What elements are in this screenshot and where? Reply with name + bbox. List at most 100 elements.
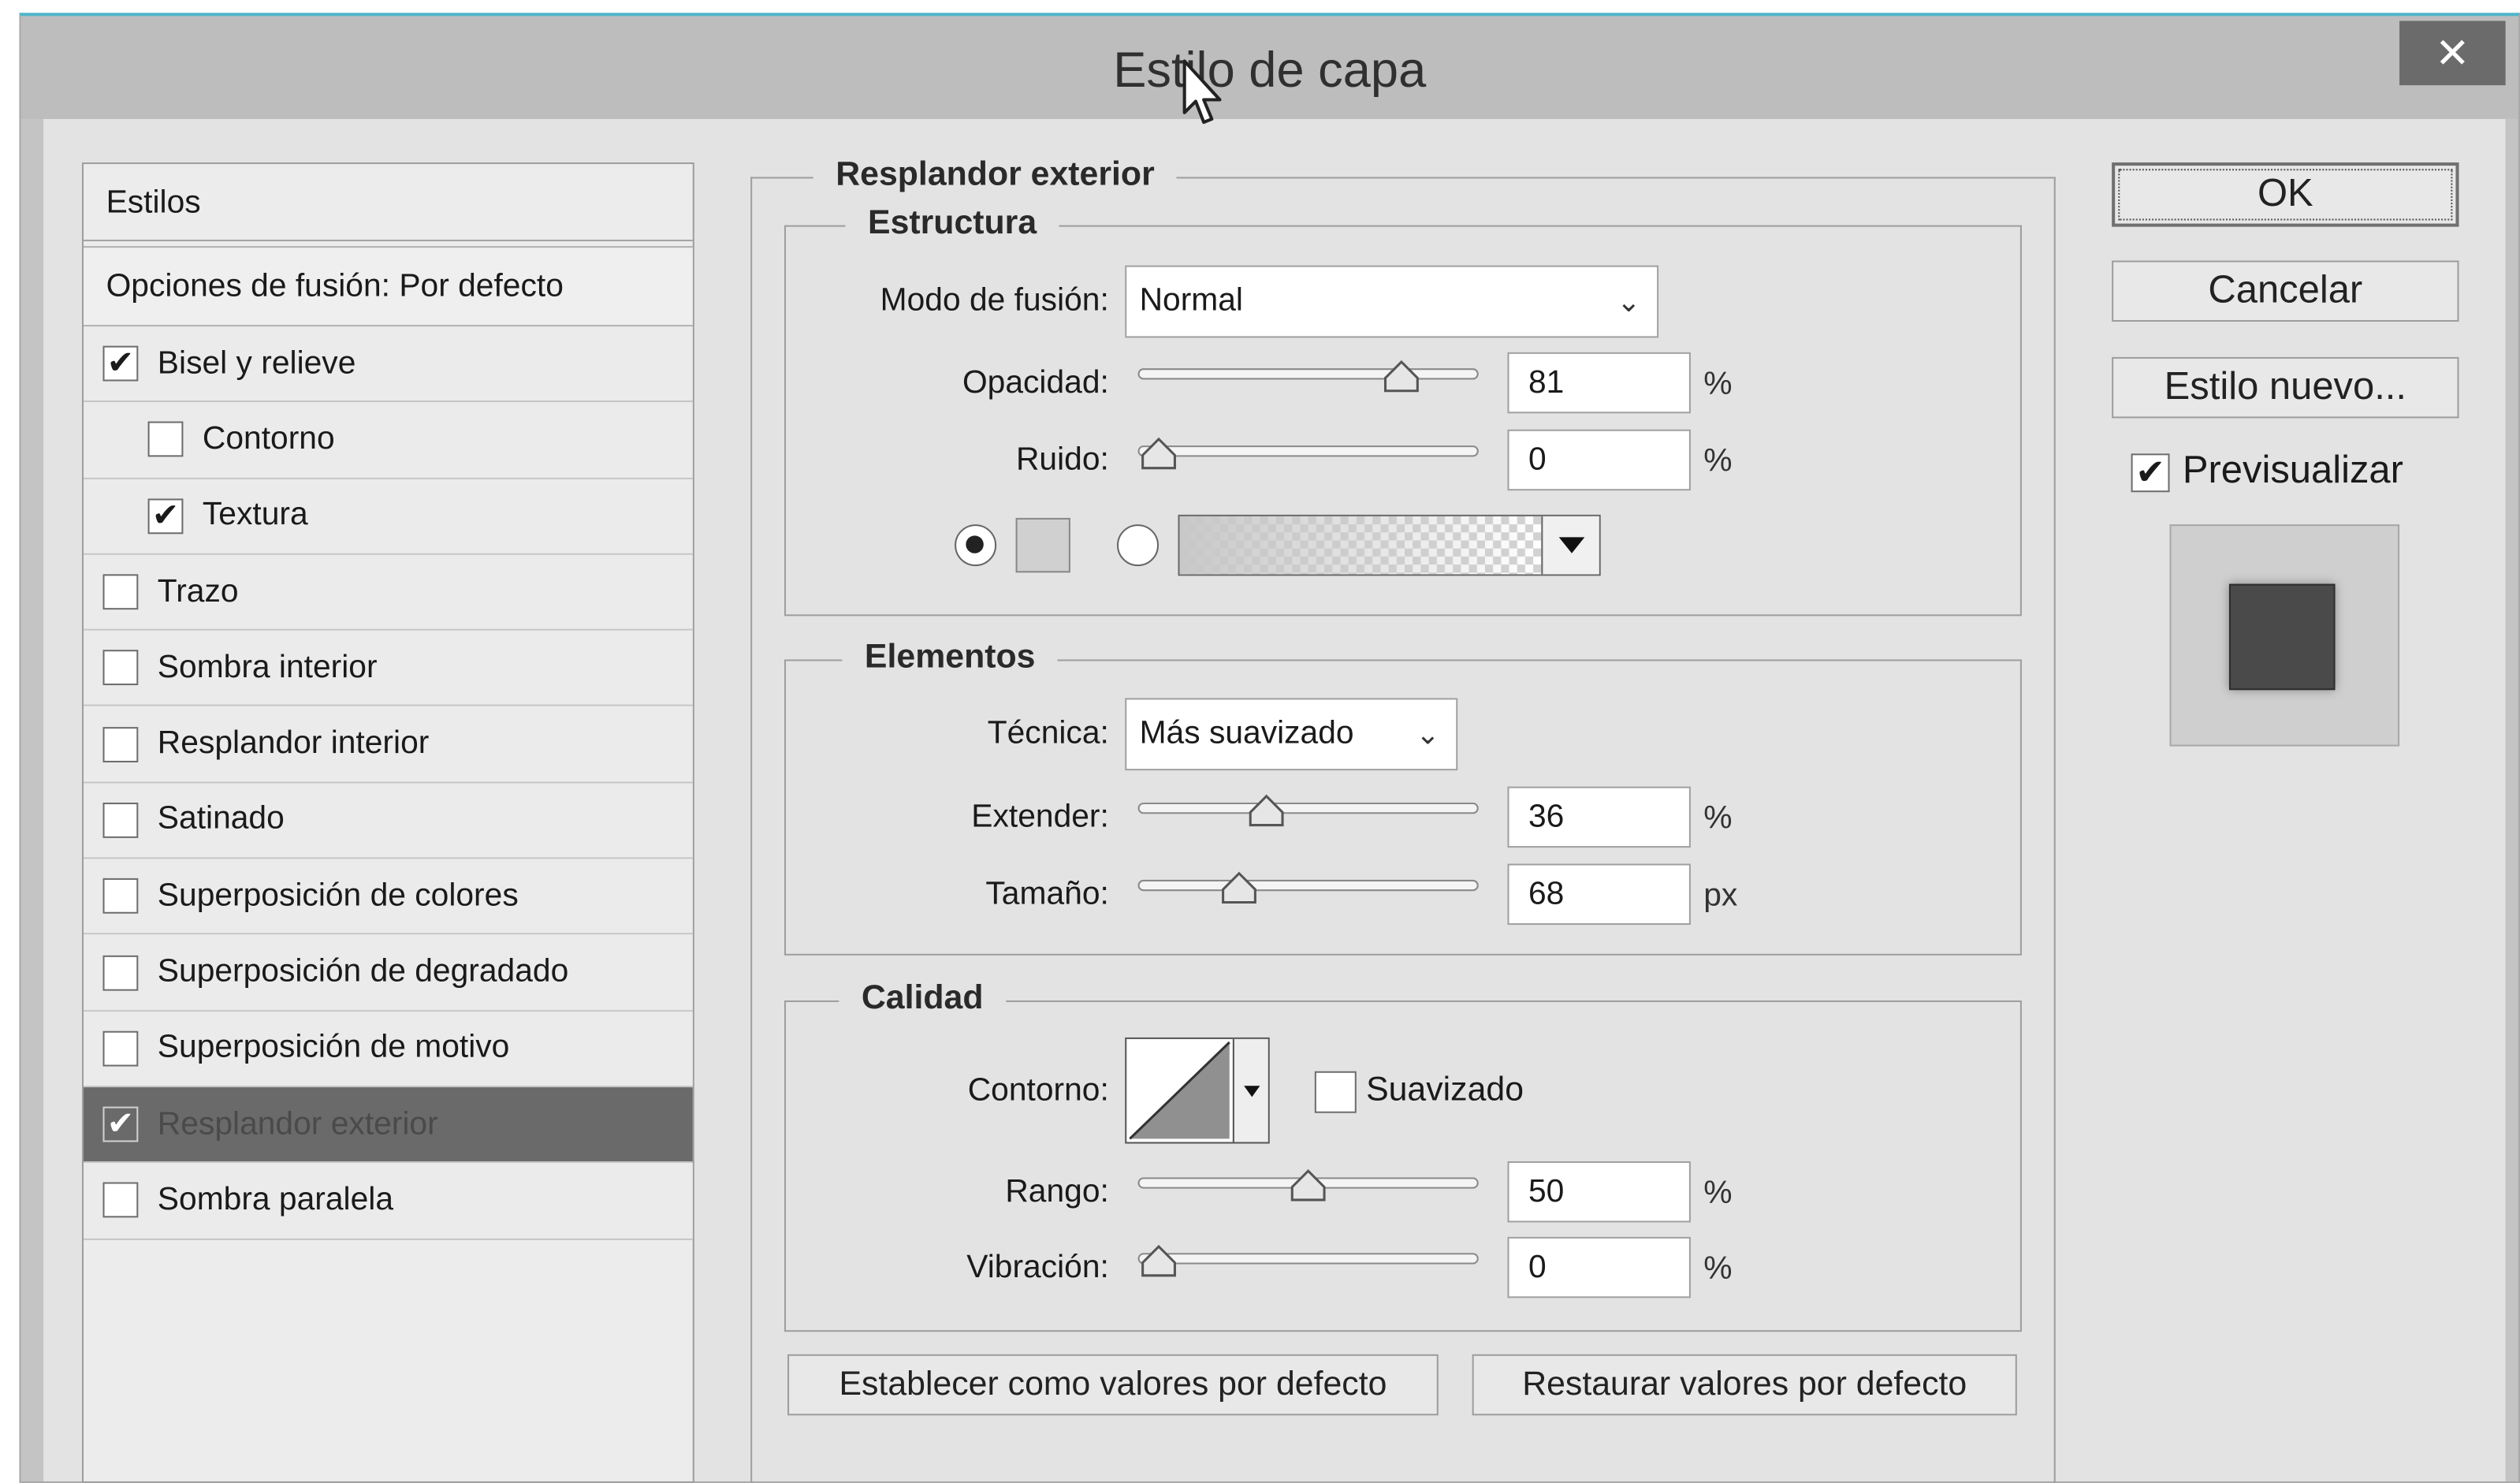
spread-unit: % (1703, 800, 1733, 837)
new-style-button[interactable]: Estilo nuevo... (2112, 356, 2459, 419)
range-unit: % (1703, 1176, 1733, 1212)
cancel-button[interactable]: Cancelar (2112, 260, 2459, 322)
checkbox-superposicion-degradado[interactable] (102, 954, 139, 990)
style-item-trazo[interactable]: Trazo (84, 554, 693, 632)
jitter-slider-thumb[interactable] (1140, 1243, 1178, 1279)
triangle-down-icon (1243, 1085, 1260, 1097)
style-item-label: Textura (202, 497, 308, 533)
range-slider[interactable] (1137, 1169, 1479, 1202)
gradient-radio[interactable] (1117, 524, 1159, 567)
noise-unit: % (1703, 444, 1733, 479)
opacity-input[interactable]: 81 (1507, 352, 1691, 414)
checkbox-superposicion-motivo[interactable] (102, 1030, 139, 1067)
style-item-label: Superposición de degradado (157, 953, 569, 989)
close-button[interactable]: ✕ (2399, 20, 2506, 86)
checkbox-resplandor-interior[interactable] (102, 726, 139, 762)
contour-dropdown-button[interactable] (1232, 1038, 1268, 1142)
contour-picker[interactable] (1125, 1037, 1270, 1144)
style-item-superposicion-motivo[interactable]: Superposición de motivo (84, 1011, 693, 1088)
preview-label: Previsualizar (2182, 449, 2403, 493)
chevron-down-icon: ⌄ (1616, 285, 1641, 317)
blend-mode-value: Normal (1139, 283, 1243, 319)
style-item-label: Satinado (157, 801, 285, 837)
style-item-bisel-y-relieve[interactable]: ✔ Bisel y relieve (84, 326, 693, 403)
contour-curve-icon (1129, 1041, 1230, 1140)
size-label: Tamaño: (985, 876, 1109, 912)
range-slider-thumb[interactable] (1289, 1168, 1327, 1203)
quality-title: Calidad (839, 978, 1007, 1020)
preview-swatch (2228, 583, 2336, 691)
glow-color-swatch[interactable] (1015, 517, 1070, 573)
style-item-satinado[interactable]: Satinado (84, 783, 693, 859)
technique-label: Técnica: (987, 715, 1109, 751)
noise-slider-thumb[interactable] (1140, 436, 1178, 471)
reset-default-button[interactable]: Restaurar valores por defecto (1472, 1354, 2017, 1416)
antialias-label: Suavizado (1366, 1071, 1524, 1109)
opacity-label: Opacidad: (962, 365, 1109, 401)
ok-button[interactable]: OK (2112, 162, 2459, 227)
spread-slider-thumb[interactable] (1247, 793, 1286, 829)
style-item-contorno[interactable]: Contorno (84, 402, 693, 479)
dialog-title: Estilo de capa (1113, 42, 1427, 99)
style-item-sombra-interior[interactable]: Sombra interior (84, 631, 693, 707)
gradient-preview (1179, 516, 1543, 575)
gradient-dropdown-button[interactable] (1541, 516, 1599, 575)
style-item-resplandor-interior[interactable]: Resplandor interior (84, 706, 693, 784)
styles-header[interactable]: Estilos (84, 164, 693, 242)
jitter-slider[interactable] (1137, 1244, 1479, 1277)
structure-title: Estructura (845, 203, 1059, 245)
opacity-slider[interactable] (1137, 360, 1479, 393)
chevron-down-icon: ⌄ (1416, 717, 1440, 750)
blend-mode-label: Modo de fusión: (880, 283, 1109, 319)
checkbox-resplandor-exterior[interactable]: ✔ (102, 1106, 139, 1142)
checkbox-sombra-paralela[interactable] (102, 1183, 139, 1219)
opacity-unit: % (1703, 367, 1733, 403)
opacity-slider-thumb[interactable] (1382, 359, 1420, 394)
style-item-label: Resplandor exterior (157, 1105, 438, 1142)
noise-input[interactable]: 0 (1507, 429, 1691, 491)
style-item-resplandor-exterior[interactable]: ✔ Resplandor exterior (84, 1087, 693, 1164)
style-item-sombra-paralela[interactable]: Sombra paralela (84, 1163, 693, 1240)
blending-options-item[interactable]: Opciones de fusión: Por defecto (84, 246, 693, 327)
size-slider[interactable] (1137, 871, 1479, 904)
triangle-down-icon (1558, 537, 1584, 553)
style-item-label: Bisel y relieve (157, 345, 356, 381)
style-item-superposicion-degradado[interactable]: Superposición de degradado (84, 935, 693, 1012)
noise-slider[interactable] (1137, 437, 1479, 470)
size-input[interactable]: 68 (1507, 863, 1691, 926)
range-label: Rango: (1005, 1174, 1109, 1210)
checkbox-sombra-interior[interactable] (102, 650, 139, 686)
spread-slider[interactable] (1137, 794, 1479, 827)
style-item-superposicion-colores[interactable]: Superposición de colores (84, 859, 693, 936)
antialias-checkbox[interactable] (1314, 1071, 1357, 1113)
style-item-label: Trazo (157, 573, 239, 609)
checkbox-bisel-y-relieve[interactable]: ✔ (102, 345, 139, 382)
style-item-label: Sombra interior (157, 649, 378, 685)
checkbox-textura[interactable]: ✔ (147, 497, 184, 534)
jitter-unit: % (1703, 1251, 1733, 1287)
spread-input[interactable]: 36 (1507, 786, 1691, 848)
technique-dropdown[interactable]: Más suavizado ⌄ (1125, 698, 1458, 771)
checkbox-superposicion-colores[interactable] (102, 878, 139, 915)
outer-glow-title: Resplandor exterior (813, 154, 1178, 196)
style-item-label: Superposición de colores (157, 878, 519, 914)
style-item-label: Contorno (202, 421, 335, 457)
elements-title: Elementos (842, 636, 1059, 679)
solid-color-radio[interactable] (955, 524, 997, 567)
style-item-label: Sombra paralela (157, 1182, 394, 1218)
make-default-button[interactable]: Establecer como valores por defecto (787, 1354, 1439, 1416)
blend-mode-dropdown[interactable]: Normal ⌄ (1125, 265, 1659, 338)
gradient-picker[interactable] (1178, 514, 1601, 576)
style-item-label: Superposición de motivo (157, 1030, 510, 1066)
styles-list: Estilos Opciones de fusión: Por defecto … (81, 162, 694, 1483)
jitter-input[interactable]: 0 (1507, 1236, 1691, 1299)
style-item-textura[interactable]: ✔ Textura (84, 479, 693, 555)
radio-selected-dot (966, 535, 984, 553)
size-slider-thumb[interactable] (1220, 870, 1259, 906)
checkbox-satinado[interactable] (102, 802, 139, 838)
range-input[interactable]: 50 (1507, 1161, 1691, 1223)
title-bar[interactable]: Estilo de capa ✕ (20, 16, 2518, 119)
preview-checkbox[interactable]: ✔ (2131, 453, 2170, 493)
checkbox-trazo[interactable] (102, 574, 139, 610)
checkbox-contorno[interactable] (147, 422, 184, 458)
